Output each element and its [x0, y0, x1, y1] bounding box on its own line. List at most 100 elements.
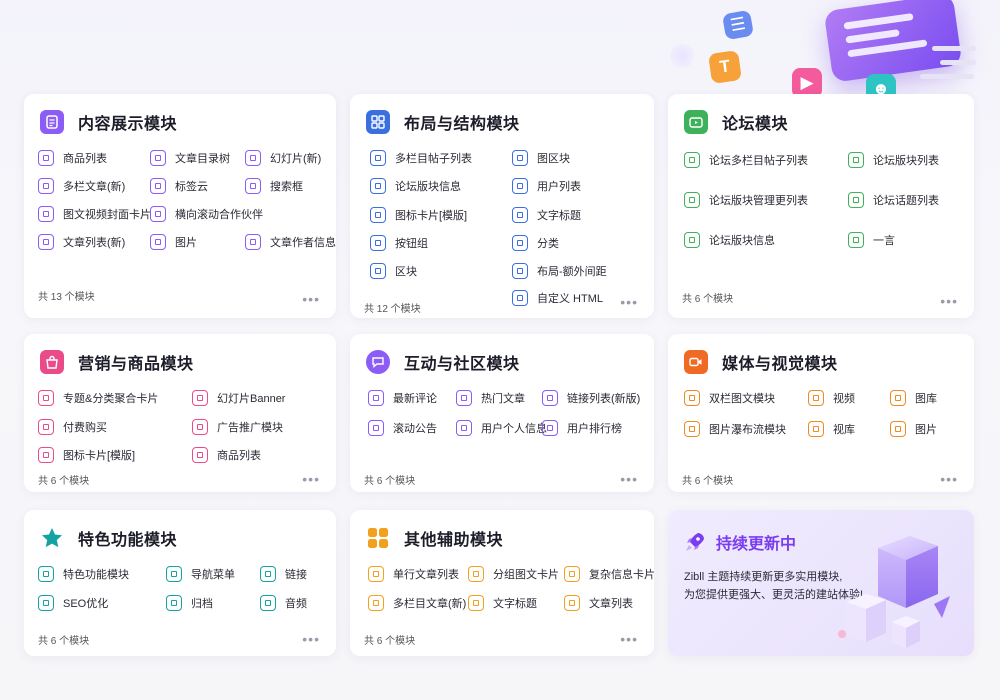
module-icon — [468, 595, 484, 611]
module-icon — [192, 447, 208, 463]
module-icon — [245, 234, 261, 250]
module-icon — [368, 420, 384, 436]
module-icon — [368, 390, 384, 406]
module-icon — [512, 207, 528, 223]
module-icon — [468, 566, 484, 582]
module-item[interactable]: 双栏图文模块 — [684, 390, 775, 406]
module-item[interactable]: 论坛版块信息 — [684, 232, 775, 248]
module-item[interactable]: 用户个人信息 — [456, 420, 547, 436]
module-item[interactable]: 视频 — [808, 390, 855, 406]
module-item[interactable]: 文章作者信息 — [245, 234, 336, 250]
module-icon — [260, 595, 276, 611]
module-item[interactable]: 视库 — [808, 421, 855, 437]
module-icon — [684, 421, 700, 437]
module-item[interactable]: 区块 — [370, 263, 417, 279]
module-item[interactable]: 复杂信息卡片 — [564, 566, 655, 582]
module-item[interactable]: 分组图文卡片 — [468, 566, 559, 582]
module-item[interactable]: 布局-额外间距 — [512, 263, 607, 279]
document-icon — [40, 110, 64, 134]
module-item[interactable]: 归档 — [166, 595, 213, 611]
module-item[interactable]: 论坛版块管理更列表 — [684, 192, 808, 208]
more-options-icon[interactable]: ••• — [940, 294, 958, 308]
promo-line-2: 为您提供更强大、更灵活的建站体验! — [684, 589, 864, 601]
module-item[interactable]: 链接 — [260, 566, 307, 582]
module-icon — [370, 150, 386, 166]
module-item[interactable]: 热门文章 — [456, 390, 525, 406]
module-item[interactable]: 用户排行榜 — [542, 420, 622, 436]
module-item[interactable]: 多栏目文章(新) — [368, 595, 466, 611]
module-item[interactable]: 图文视频封面卡片 — [38, 206, 151, 222]
module-item[interactable]: 广告推广模块 — [192, 419, 283, 435]
module-item[interactable]: 滚动公告 — [368, 420, 437, 436]
module-item[interactable]: 幻灯片Banner — [192, 390, 285, 406]
module-item[interactable]: 图片 — [150, 234, 197, 250]
module-item[interactable]: 搜索框 — [245, 178, 303, 194]
module-item[interactable]: 图片瀑布流模块 — [684, 421, 786, 437]
header-illustration: ☰ T ▶ ☻ — [670, 0, 1000, 100]
module-icon — [38, 178, 54, 194]
module-item[interactable]: 专题&分类聚合卡片 — [38, 390, 158, 406]
module-item[interactable]: 导航菜单 — [166, 566, 235, 582]
forum-icon — [684, 110, 708, 134]
module-icon — [512, 235, 528, 251]
module-item[interactable]: 用户列表 — [512, 178, 581, 194]
module-item[interactable]: 论坛版块信息 — [370, 178, 461, 194]
module-item[interactable]: 文字标题 — [512, 207, 581, 223]
module-item[interactable]: 按钮组 — [370, 235, 428, 251]
module-item[interactable]: SEO优化 — [38, 595, 108, 611]
card-community: 互动与社区模块 最新评论 热门文章 链接列表(新版) 滚动公告 用户个人信息 用… — [350, 334, 654, 492]
module-icon — [512, 290, 528, 306]
promo-line-1: Zibll 主题持续更新更多实用模块, — [684, 571, 843, 583]
module-item[interactable]: 多栏目帖子列表 — [370, 150, 472, 166]
module-item[interactable]: 图区块 — [512, 150, 570, 166]
more-options-icon[interactable]: ••• — [940, 472, 958, 486]
module-item[interactable]: 图片 — [890, 421, 937, 437]
card-forum: 论坛模块 论坛多栏目帖子列表 论坛版块列表 论坛版块管理更列表 论坛话题列表 论… — [668, 94, 974, 318]
module-item[interactable]: 商品列表 — [192, 447, 261, 463]
module-item[interactable]: 最新评论 — [368, 390, 437, 406]
module-item[interactable]: 标签云 — [150, 178, 208, 194]
module-item[interactable]: 自定义 HTML — [512, 290, 603, 306]
module-item[interactable]: 一言 — [848, 232, 895, 248]
module-item[interactable]: 文字标题 — [468, 595, 537, 611]
module-item[interactable]: 商品列表 — [38, 150, 107, 166]
module-item[interactable]: 链接列表(新版) — [542, 390, 640, 406]
more-options-icon[interactable]: ••• — [620, 472, 638, 486]
module-item[interactable]: 文章目录树 — [150, 150, 230, 166]
more-options-icon[interactable]: ••• — [302, 472, 320, 486]
module-icon — [368, 566, 384, 582]
module-item[interactable]: 横向滚动合作伙伴 — [150, 206, 263, 222]
module-item[interactable]: 论坛版块列表 — [848, 152, 939, 168]
module-icon — [192, 419, 208, 435]
module-item[interactable]: 论坛多栏目帖子列表 — [684, 152, 808, 168]
more-options-icon[interactable]: ••• — [620, 632, 638, 646]
module-icon — [38, 447, 54, 463]
module-item[interactable]: 特色功能模块 — [38, 566, 129, 582]
module-item[interactable]: 图标卡片[模版] — [38, 447, 135, 463]
module-item[interactable]: 音频 — [260, 595, 307, 611]
module-icon — [38, 419, 54, 435]
chat-icon — [366, 350, 390, 374]
app-tile-icon: ☰ — [721, 9, 755, 41]
module-item[interactable]: 文章列表(新) — [38, 234, 125, 250]
module-item[interactable]: 论坛话题列表 — [848, 192, 939, 208]
promo-title: 持续更新中 — [716, 536, 797, 553]
more-options-icon[interactable]: ••• — [302, 632, 320, 646]
module-item[interactable]: 图库 — [890, 390, 937, 406]
module-item[interactable]: 多栏文章(新) — [38, 178, 125, 194]
module-item[interactable]: 图标卡片[模版] — [370, 207, 467, 223]
module-item[interactable]: 单行文章列表 — [368, 566, 459, 582]
card-promo-updates: 持续更新中 Zibll 主题持续更新更多实用模块, 为您提供更强大、更灵活的建站… — [668, 510, 974, 656]
module-item[interactable]: 付费购买 — [38, 419, 107, 435]
module-item[interactable]: 文章列表 — [564, 595, 633, 611]
module-item[interactable]: 幻灯片(新) — [245, 150, 321, 166]
module-icon — [456, 420, 472, 436]
module-item[interactable]: 分类 — [512, 235, 559, 251]
more-options-icon[interactable]: ••• — [620, 295, 638, 309]
module-count: 共 13 个模块 — [38, 292, 95, 303]
glow-decoration — [670, 44, 694, 68]
module-icon — [542, 390, 558, 406]
module-icon — [564, 595, 580, 611]
more-options-icon[interactable]: ••• — [302, 292, 320, 306]
module-icon — [684, 192, 700, 208]
